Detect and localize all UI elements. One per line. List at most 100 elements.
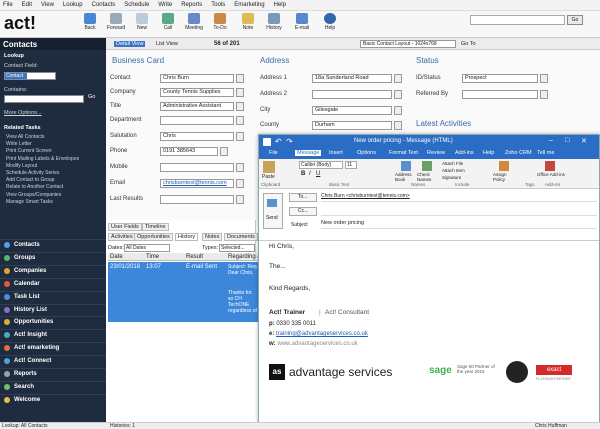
nav-button-groups[interactable]: Groups bbox=[0, 251, 106, 263]
field-dropdown-button[interactable] bbox=[394, 74, 402, 83]
tab-opportunities[interactable]: Opportunities bbox=[134, 233, 173, 241]
to-button[interactable]: To... bbox=[289, 193, 317, 202]
more-options-link[interactable]: More Options... bbox=[4, 110, 42, 116]
cc-field[interactable] bbox=[321, 207, 597, 216]
related-task-link[interactable]: Relate to Another Contact bbox=[6, 184, 63, 190]
history-button[interactable]: History bbox=[262, 13, 286, 31]
types-select[interactable]: Selected... bbox=[219, 244, 255, 252]
nav-button-act-insight[interactable]: Act! Insight bbox=[0, 329, 106, 340]
field-dropdown-button[interactable] bbox=[540, 74, 548, 83]
toolbar-search-input[interactable] bbox=[470, 15, 565, 25]
underline-icon[interactable]: U bbox=[316, 171, 320, 177]
related-task-link[interactable]: Add Contact to Group bbox=[6, 177, 54, 183]
menu-item-emarketing[interactable]: Emarketing bbox=[234, 2, 264, 8]
column-header[interactable]: Regarding & bbox=[228, 254, 261, 260]
go-to-button[interactable]: Go To bbox=[461, 41, 476, 47]
related-task-link[interactable]: Modify Layout bbox=[6, 163, 37, 169]
field-dropdown-button[interactable] bbox=[236, 163, 244, 172]
contains-input[interactable] bbox=[4, 95, 84, 103]
menu-item-edit[interactable]: Edit bbox=[22, 2, 32, 8]
related-task-link[interactable]: Print Mailing Labels & Envelopes bbox=[6, 156, 79, 162]
menu-item-file[interactable]: File bbox=[3, 2, 13, 8]
font-select[interactable]: Calibri (Body) bbox=[299, 161, 343, 169]
field-dropdown-button[interactable] bbox=[220, 147, 228, 156]
nav-button-history-list[interactable]: History List bbox=[0, 303, 106, 315]
menu-item-write[interactable]: Write bbox=[158, 2, 172, 8]
subject-field[interactable]: New order pricing bbox=[321, 220, 597, 229]
ribbon-tab-zoho-crm[interactable]: Zoho CRM bbox=[505, 150, 532, 156]
note-button[interactable]: Note bbox=[236, 13, 260, 31]
field-referred-by[interactable] bbox=[462, 90, 538, 99]
contact-field-select[interactable]: Contact bbox=[4, 72, 56, 80]
field-contact[interactable]: Chris Burn bbox=[160, 74, 234, 83]
attach-item-button[interactable]: Attach Item bbox=[442, 168, 465, 173]
column-header[interactable]: Time bbox=[146, 254, 159, 260]
related-task-link[interactable]: Manage Smart Tasks bbox=[6, 199, 53, 205]
related-task-link[interactable]: Schedule Activity Series bbox=[6, 170, 59, 176]
field-id-status[interactable]: Prospect bbox=[462, 74, 538, 83]
signature-button[interactable]: Signature bbox=[442, 175, 461, 180]
cc-button[interactable]: Cc... bbox=[289, 207, 317, 216]
menu-item-tools[interactable]: Tools bbox=[211, 2, 225, 8]
tab-activities[interactable]: Activities bbox=[108, 233, 136, 241]
menu-item-view[interactable]: View bbox=[41, 2, 54, 8]
address-book-icon[interactable] bbox=[401, 161, 411, 171]
nav-button-act-connect[interactable]: Act! Connect bbox=[0, 355, 106, 366]
menu-item-help[interactable]: Help bbox=[274, 2, 286, 8]
field-company[interactable]: County Tennis Supplies bbox=[160, 88, 234, 97]
nav-button-contacts[interactable]: Contacts bbox=[0, 239, 106, 250]
bold-icon[interactable]: B bbox=[301, 171, 305, 177]
layout-select[interactable]: Basic Contact Layout - 1024x768 bbox=[360, 40, 456, 48]
forward-button[interactable]: Forward bbox=[104, 13, 128, 31]
ribbon-tab-message[interactable]: Message bbox=[295, 150, 322, 156]
menu-item-contacts[interactable]: Contacts bbox=[92, 2, 116, 8]
field-department[interactable] bbox=[160, 116, 234, 125]
toolbar-go-button[interactable]: Go bbox=[567, 15, 583, 25]
field-county[interactable]: Durham bbox=[312, 121, 392, 130]
field-last-results[interactable] bbox=[160, 195, 234, 204]
maximize-icon[interactable]: □ bbox=[565, 137, 569, 144]
column-header[interactable]: Result bbox=[186, 254, 203, 260]
meeting-button[interactable]: Meeting bbox=[182, 13, 206, 31]
menu-item-lookup[interactable]: Lookup bbox=[63, 2, 83, 8]
to-field[interactable]: Chris Burn <chrisburntest@tennis.com> bbox=[321, 193, 597, 202]
nav-button-task-list[interactable]: Task List bbox=[0, 290, 106, 302]
field-dropdown-button[interactable] bbox=[236, 116, 244, 125]
field-dropdown-button[interactable] bbox=[236, 88, 244, 97]
field-dropdown-button[interactable] bbox=[394, 106, 402, 115]
column-header[interactable]: Date bbox=[110, 254, 123, 260]
field-city[interactable]: Gilesgate bbox=[312, 106, 392, 115]
related-task-link[interactable]: Write Letter bbox=[6, 141, 32, 147]
undo-icon[interactable]: ↶ bbox=[275, 137, 282, 146]
related-task-link[interactable]: Print Current Screen bbox=[6, 148, 52, 154]
ribbon-tab-tell-me[interactable]: Tell me bbox=[537, 150, 554, 156]
ribbon-tab-options[interactable]: Options bbox=[357, 150, 376, 156]
field-salutation[interactable]: Chris bbox=[160, 132, 234, 141]
nav-button-act-emarketing[interactable]: Act! emarketing bbox=[0, 342, 106, 353]
field-dropdown-button[interactable] bbox=[236, 195, 244, 204]
close-icon[interactable]: ✕ bbox=[581, 137, 587, 145]
menu-item-schedule[interactable]: Schedule bbox=[124, 2, 149, 8]
minimize-icon[interactable]: – bbox=[549, 137, 553, 144]
check-names-icon[interactable] bbox=[422, 161, 432, 171]
ribbon-tab-file[interactable]: File bbox=[269, 150, 278, 156]
related-task-link[interactable]: View All Contacts bbox=[6, 134, 45, 140]
field-address-2[interactable] bbox=[312, 90, 392, 99]
assign-policy-icon[interactable] bbox=[499, 161, 509, 171]
italic-icon[interactable]: I bbox=[309, 171, 311, 177]
office-addins-icon[interactable] bbox=[545, 161, 555, 171]
tab-notes[interactable]: Notes bbox=[202, 233, 223, 241]
paste-icon[interactable] bbox=[263, 161, 275, 173]
field-dropdown-button[interactable] bbox=[236, 74, 244, 83]
tab-user-fields[interactable]: User Fields bbox=[108, 223, 142, 231]
dates-select[interactable]: All Dates bbox=[124, 244, 170, 252]
email-button[interactable]: E-mail bbox=[290, 13, 314, 31]
ribbon-tab-add-ins[interactable]: Add-ins bbox=[455, 150, 474, 156]
ribbon-tab-format-text[interactable]: Format Text bbox=[389, 150, 418, 156]
field-dropdown-button[interactable] bbox=[394, 90, 402, 99]
new-button[interactable]: New bbox=[130, 13, 154, 31]
field-dropdown-button[interactable] bbox=[236, 179, 244, 188]
message-body[interactable]: Hi Chris, The... Kind Regards, Act! Trai… bbox=[259, 241, 599, 416]
list-view-button[interactable]: List View bbox=[156, 41, 178, 47]
attach-file-button[interactable]: Attach File bbox=[442, 161, 463, 166]
